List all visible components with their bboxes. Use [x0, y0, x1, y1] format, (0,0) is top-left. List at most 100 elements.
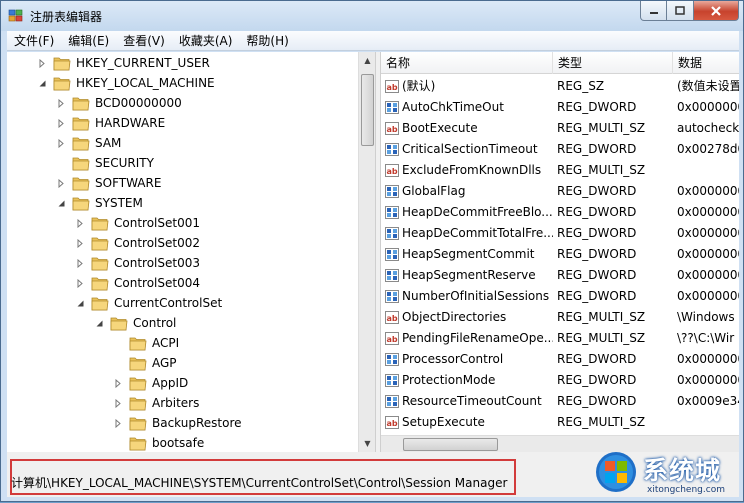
column-header-data[interactable]: 数据 — [673, 52, 739, 74]
tree-item-label: HKEY_LOCAL_MACHINE — [76, 76, 215, 90]
collapse-arrow-icon[interactable] — [37, 78, 47, 88]
list-scroll-thumb[interactable] — [403, 438, 498, 451]
expand-arrow-icon[interactable] — [113, 418, 123, 428]
expand-arrow-icon[interactable] — [75, 278, 85, 288]
tree-item[interactable]: ACPI — [113, 333, 179, 353]
tree-item[interactable]: SECURITY — [56, 153, 154, 173]
value-name: ResourceTimeoutCount — [402, 394, 542, 408]
expand-arrow-icon[interactable] — [56, 98, 66, 108]
tree-item[interactable]: AppID — [113, 373, 188, 393]
tree-item[interactable]: ControlSet004 — [75, 273, 200, 293]
value-name: HeapDeCommitFreeBlo... — [402, 205, 553, 219]
expand-arrow-icon[interactable] — [75, 258, 85, 268]
value-type: REG_MULTI_SZ — [557, 121, 646, 135]
tree-item[interactable]: bootsafe — [113, 433, 204, 452]
status-path: 计算机\HKEY_LOCAL_MACHINE\SYSTEM\CurrentCon… — [11, 476, 508, 490]
tree-item[interactable]: SAM — [56, 133, 121, 153]
value-name: ExcludeFromKnownDlls — [402, 163, 542, 177]
menu-file[interactable]: 文件(F) — [7, 31, 61, 51]
tree-item[interactable]: SYSTEM — [56, 193, 143, 213]
value-row[interactable]: ab PendingFileRenameOpe... REG_MULTI_SZ \??… — [381, 328, 739, 349]
tree-item[interactable]: CurrentControlSet — [75, 293, 222, 313]
scroll-down-icon[interactable]: ▼ — [359, 435, 376, 452]
svg-text:ab: ab — [386, 314, 397, 323]
menu-bar: 文件(F) 编辑(E) 查看(V) 收藏夹(A) 帮助(H) — [7, 31, 739, 51]
watermark-text: 系统城 — [643, 456, 722, 485]
tree-item[interactable]: BackupRestore — [113, 413, 242, 433]
tree-item[interactable]: HARDWARE — [56, 113, 165, 133]
windows-logo-icon — [596, 452, 636, 492]
binary-value-icon — [385, 101, 399, 114]
svg-text:ab: ab — [386, 419, 397, 428]
value-row[interactable]: HeapDeCommitFreeBlo... REG_DWORD 0x0000000 — [381, 202, 739, 223]
registry-key-tree[interactable]: HKEY_CURRENT_USER HKEY_LOCAL_MACHINE BCD00… — [7, 52, 358, 452]
value-row[interactable]: ab ObjectDirectories REG_MULTI_SZ \Windows — [381, 307, 739, 328]
tree-vertical-scrollbar[interactable]: ▲ ▼ — [358, 52, 375, 452]
value-row[interactable]: ResourceTimeoutCount REG_DWORD 0x0009e34 — [381, 391, 739, 412]
binary-value-icon — [385, 227, 399, 240]
maximize-button[interactable] — [667, 1, 694, 21]
value-row[interactable]: NumberOfInitialSessions REG_DWORD 0x000000… — [381, 286, 739, 307]
no-expander — [113, 358, 123, 368]
column-header-name[interactable]: 名称 — [381, 52, 553, 74]
tree-item[interactable]: ControlSet001 — [75, 213, 200, 233]
no-expander — [113, 338, 123, 348]
tree-item[interactable]: ControlSet003 — [75, 253, 200, 273]
expand-arrow-icon[interactable] — [75, 238, 85, 248]
expand-arrow-icon[interactable] — [56, 178, 66, 188]
value-name: SetupExecute — [402, 415, 485, 429]
expand-arrow-icon[interactable] — [56, 118, 66, 128]
menu-view[interactable]: 查看(V) — [116, 31, 172, 51]
value-row[interactable]: ProcessorControl REG_DWORD 0x0000000 — [381, 349, 739, 370]
scroll-up-icon[interactable]: ▲ — [359, 52, 376, 69]
value-name-cell: ab SetupExecute — [381, 412, 553, 433]
tree-item[interactable]: Arbiters — [113, 393, 199, 413]
value-type: REG_MULTI_SZ — [557, 415, 646, 429]
value-row[interactable]: AutoChkTimeOut REG_DWORD 0x0000000 — [381, 97, 739, 118]
tree-item[interactable]: BCD00000000 — [56, 93, 182, 113]
value-name: GlobalFlag — [402, 184, 466, 198]
expand-arrow-icon[interactable] — [75, 218, 85, 228]
minimize-button[interactable] — [640, 1, 667, 21]
value-name-cell: AutoChkTimeOut — [381, 97, 553, 118]
value-type: REG_MULTI_SZ — [557, 310, 646, 324]
tree-item-label: HKEY_CURRENT_USER — [76, 56, 210, 70]
value-name: ObjectDirectories — [402, 310, 507, 324]
expand-arrow-icon[interactable] — [37, 58, 47, 68]
menu-favorites[interactable]: 收藏夹(A) — [172, 31, 240, 51]
tree-item[interactable]: HKEY_LOCAL_MACHINE — [37, 73, 215, 93]
tree-scroll-thumb[interactable] — [361, 74, 374, 146]
menu-help[interactable]: 帮助(H) — [239, 31, 295, 51]
value-row[interactable]: ab SetupExecute REG_MULTI_SZ — [381, 412, 739, 433]
tree-item[interactable]: Control — [94, 313, 176, 333]
expand-arrow-icon[interactable] — [113, 378, 123, 388]
collapse-arrow-icon[interactable] — [56, 198, 66, 208]
value-row[interactable]: ab BootExecute REG_MULTI_SZ autocheck — [381, 118, 739, 139]
value-row[interactable]: GlobalFlag REG_DWORD 0x0000000 — [381, 181, 739, 202]
collapse-arrow-icon[interactable] — [75, 298, 85, 308]
title-bar[interactable]: 注册表编辑器 — [1, 1, 743, 31]
value-data: 0x0000000 — [677, 205, 739, 219]
folder-icon — [53, 56, 71, 71]
tree-item[interactable]: AGP — [113, 353, 177, 373]
column-header-type[interactable]: 类型 — [553, 52, 673, 74]
value-name: ProcessorControl — [402, 352, 504, 366]
value-row[interactable]: ab (默认) REG_SZ (数值未设置) — [381, 76, 739, 97]
value-row[interactable]: HeapSegmentCommit REG_DWORD 0x0000000 — [381, 244, 739, 265]
tree-item[interactable]: ControlSet002 — [75, 233, 200, 253]
string-value-icon: ab — [385, 164, 399, 177]
tree-item-label: SECURITY — [95, 156, 154, 170]
value-type: REG_DWORD — [557, 247, 637, 261]
expand-arrow-icon[interactable] — [113, 398, 123, 408]
tree-item[interactable]: SOFTWARE — [56, 173, 161, 193]
value-row[interactable]: ProtectionMode REG_DWORD 0x0000000 — [381, 370, 739, 391]
menu-edit[interactable]: 编辑(E) — [61, 31, 116, 51]
value-row[interactable]: ab ExcludeFromKnownDlls REG_MULTI_SZ — [381, 160, 739, 181]
value-row[interactable]: HeapDeCommitTotalFre... REG_DWORD 0x000000… — [381, 223, 739, 244]
collapse-arrow-icon[interactable] — [94, 318, 104, 328]
expand-arrow-icon[interactable] — [56, 138, 66, 148]
close-button[interactable] — [694, 1, 739, 21]
value-row[interactable]: CriticalSectionTimeout REG_DWORD 0x00278d0 — [381, 139, 739, 160]
value-row[interactable]: HeapSegmentReserve REG_DWORD 0x0000000 — [381, 265, 739, 286]
tree-item[interactable]: HKEY_CURRENT_USER — [37, 53, 210, 73]
